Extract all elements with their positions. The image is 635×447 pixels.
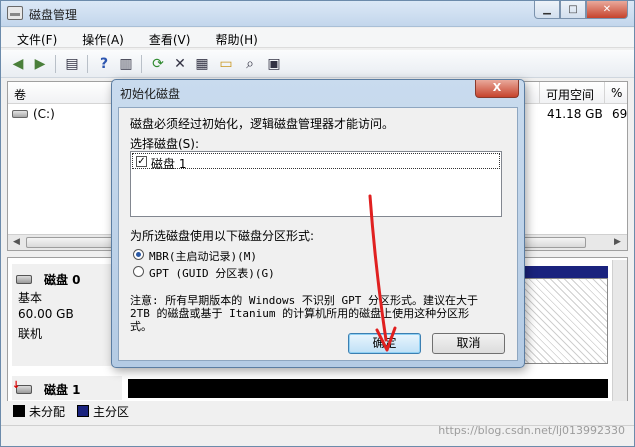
search-icon[interactable]: ⌕ bbox=[241, 55, 259, 73]
delete-icon[interactable]: ✕ bbox=[171, 55, 189, 73]
help-book-icon[interactable]: ▥ bbox=[117, 55, 135, 73]
legend-unallocated: 未分配 bbox=[29, 404, 66, 419]
disk-1-checkbox[interactable]: ✓ bbox=[136, 156, 147, 167]
title-bar: 磁盘管理 ▁ □ ✕ bbox=[1, 1, 634, 27]
drive-icon bbox=[12, 110, 28, 118]
column-divider bbox=[604, 82, 605, 104]
dialog-body: 磁盘必须经过初始化，逻辑磁盘管理器才能访问。 选择磁盘(S): ✓ 磁盘 1 为… bbox=[118, 107, 518, 361]
disk-list-item[interactable]: ✓ 磁盘 1 bbox=[132, 153, 500, 171]
menu-bar: 文件(F) 操作(A) 查看(V) 帮助(H) bbox=[1, 28, 634, 48]
console-tree-icon[interactable]: ▤ bbox=[63, 55, 81, 73]
disk-error-icon bbox=[12, 380, 32, 394]
disk-0-status: 联机 bbox=[18, 327, 43, 341]
menu-help[interactable]: 帮助(H) bbox=[199, 28, 266, 47]
menu-view[interactable]: 查看(V) bbox=[133, 28, 200, 47]
partition-style-label: 为所选磁盘使用以下磁盘分区形式: bbox=[130, 229, 315, 243]
select-disk-label: 选择磁盘(S): bbox=[130, 137, 200, 151]
scroll-right-icon[interactable]: ▶ bbox=[614, 237, 621, 247]
initialize-disk-dialog: 初始化磁盘 X 磁盘必须经过初始化，逻辑磁盘管理器才能访问。 选择磁盘(S): … bbox=[111, 79, 525, 368]
dialog-close-button[interactable]: X bbox=[475, 80, 519, 98]
dialog-intro-text: 磁盘必须经过初始化，逻辑磁盘管理器才能访问。 bbox=[130, 117, 395, 131]
disk-list-item-label: 磁盘 1 bbox=[151, 157, 187, 171]
legend-swatch-primary bbox=[77, 405, 90, 417]
gpt-radio[interactable] bbox=[133, 266, 144, 277]
note-line-3: 式。 bbox=[130, 320, 152, 333]
disk-icon bbox=[16, 275, 32, 284]
dialog-title: 初始化磁盘 bbox=[120, 87, 181, 101]
back-arrow-icon[interactable]: ◀ bbox=[9, 55, 27, 73]
disk-listbox[interactable]: ✓ 磁盘 1 bbox=[130, 151, 502, 217]
help-icon[interactable]: ? bbox=[95, 55, 113, 73]
disk-management-app-icon bbox=[7, 6, 23, 20]
close-button[interactable]: ✕ bbox=[586, 1, 628, 19]
watermark: https://blog.csdn.net/lj013992330 bbox=[438, 424, 625, 437]
maximize-button[interactable]: □ bbox=[560, 1, 586, 19]
properties-icon[interactable]: ▦ bbox=[193, 55, 211, 73]
view-icon[interactable]: ▣ bbox=[265, 55, 283, 73]
column-percent[interactable]: % bbox=[611, 86, 622, 100]
refresh-icon[interactable]: ⟳ bbox=[149, 55, 167, 73]
menu-file[interactable]: 文件(F) bbox=[1, 28, 66, 47]
disk-1-label[interactable]: 磁盘 1 bbox=[12, 376, 122, 400]
column-volume[interactable]: 卷 bbox=[14, 86, 26, 103]
unallocated-partition[interactable] bbox=[128, 379, 608, 398]
disk-0-label[interactable]: 磁盘 0 基本 60.00 GB 联机 bbox=[12, 264, 122, 366]
ok-button[interactable]: 确定 bbox=[348, 333, 421, 354]
disk-0-name: 磁盘 0 bbox=[44, 273, 81, 287]
toolbar-separator bbox=[55, 55, 56, 73]
note-line-2: 2TB 的磁盘或基于 Itanium 的计算机所用的磁盘上使用这种分区形 bbox=[130, 307, 470, 320]
gpt-option-label[interactable]: GPT (GUID 分区表)(G) bbox=[149, 265, 275, 281]
open-folder-icon[interactable]: ▭ bbox=[217, 55, 235, 73]
partition-legend: 未分配 主分区 bbox=[7, 401, 628, 421]
column-divider bbox=[539, 82, 540, 104]
mbr-radio[interactable] bbox=[133, 249, 144, 260]
forward-arrow-icon[interactable]: ▶ bbox=[31, 55, 49, 73]
legend-swatch-unallocated bbox=[13, 405, 25, 417]
vertical-scrollbar[interactable] bbox=[612, 260, 627, 420]
volume-name[interactable]: (C:) bbox=[33, 107, 55, 121]
toolbar-separator bbox=[141, 55, 142, 73]
disk-0-size: 60.00 GB bbox=[18, 307, 74, 321]
volume-free-percent: 69 bbox=[612, 107, 628, 121]
toolbar: ◀ ▶ ▤ ? ▥ ⟳ ✕ ▦ ▭ ⌕ ▣ bbox=[1, 50, 634, 78]
disk-0-type: 基本 bbox=[18, 291, 43, 305]
window-title: 磁盘管理 bbox=[29, 8, 78, 22]
minimize-button[interactable]: ▁ bbox=[534, 1, 560, 19]
column-free-space[interactable]: 可用空间 bbox=[546, 86, 594, 103]
toolbar-separator bbox=[87, 55, 88, 73]
mbr-option-label[interactable]: MBR(主启动记录)(M) bbox=[149, 248, 257, 264]
legend-primary: 主分区 bbox=[93, 404, 130, 419]
volume-free-space: 41.18 GB bbox=[547, 107, 603, 121]
cancel-button[interactable]: 取消 bbox=[432, 333, 505, 354]
scroll-left-icon[interactable]: ◀ bbox=[13, 237, 20, 247]
menu-action[interactable]: 操作(A) bbox=[66, 28, 133, 47]
disk-1-name: 磁盘 1 bbox=[44, 383, 81, 397]
